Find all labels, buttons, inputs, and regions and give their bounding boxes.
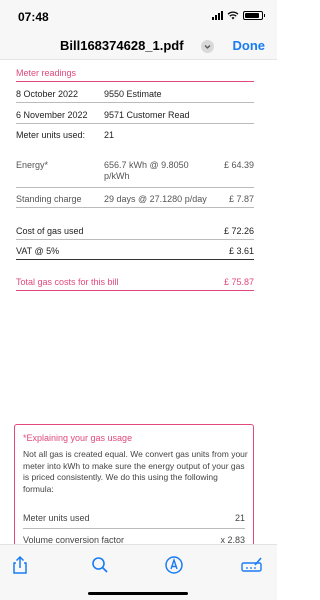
divider <box>16 290 254 291</box>
chevron-down-icon[interactable] <box>201 40 214 53</box>
explain-title: *Explaining your gas usage <box>23 433 133 443</box>
reading-value-1: 9550 Estimate <box>104 89 162 99</box>
home-indicator <box>88 592 188 595</box>
total-gas-costs-label: Total gas costs for this bill <box>16 277 119 287</box>
explain-row-value: 21 <box>234 513 245 523</box>
markup-icon[interactable] <box>162 553 186 577</box>
reading-date-1: 8 October 2022 <box>16 89 79 99</box>
energy-amount: £ 64.39 <box>223 160 254 170</box>
signature-icon[interactable] <box>240 553 264 577</box>
standing-charge-amount: £ 7.87 <box>228 194 254 204</box>
energy-detail-line2: p/kWh <box>104 171 130 181</box>
share-icon[interactable] <box>8 553 32 577</box>
explain-row-label: Meter units used <box>23 513 90 523</box>
search-icon[interactable] <box>88 553 112 577</box>
divider <box>23 528 245 529</box>
status-time: 07:48 <box>18 10 49 24</box>
energy-label: Energy* <box>16 160 49 170</box>
standing-charge-label: Standing charge <box>16 194 82 204</box>
divider <box>16 187 254 188</box>
meter-readings-heading: Meter readings <box>16 68 77 78</box>
reading-value-2: 9571 Customer Read <box>104 110 190 120</box>
meter-units-label: Meter units used: <box>16 130 86 140</box>
reading-date-2: 6 November 2022 <box>16 110 88 120</box>
battery-icon <box>243 11 265 20</box>
total-gas-costs-value: £ 75.87 <box>223 277 254 287</box>
explain-paragraph: Not all gas is created equal. We convert… <box>23 449 248 494</box>
divider <box>16 102 254 103</box>
status-bar: 07:48 <box>0 0 277 32</box>
vat-label: VAT @ 5% <box>16 246 60 256</box>
divider <box>16 81 254 82</box>
divider <box>16 259 254 260</box>
document-title[interactable]: Bill168374628_1.pdf <box>60 38 184 53</box>
meter-units-value: 21 <box>104 130 115 140</box>
pdf-page[interactable]: Meter readings 8 October 2022 9550 Estim… <box>0 60 277 568</box>
cellular-signal-icon <box>212 11 223 20</box>
battery-level <box>245 13 260 18</box>
divider <box>16 123 254 124</box>
vat-value: £ 3.61 <box>228 246 254 256</box>
wifi-icon <box>227 11 239 20</box>
divider <box>16 207 254 208</box>
done-button[interactable]: Done <box>233 38 266 53</box>
cost-of-gas-value: £ 72.26 <box>223 226 254 236</box>
energy-detail-line1: 656.7 kWh @ 9.8050 <box>104 160 189 170</box>
standing-charge-detail: 29 days @ 27.1280 p/day <box>104 194 207 204</box>
nav-bar: Bill168374628_1.pdf Done <box>0 32 277 60</box>
divider <box>16 239 254 240</box>
status-icons <box>212 11 265 20</box>
cost-of-gas-label: Cost of gas used <box>16 226 84 236</box>
